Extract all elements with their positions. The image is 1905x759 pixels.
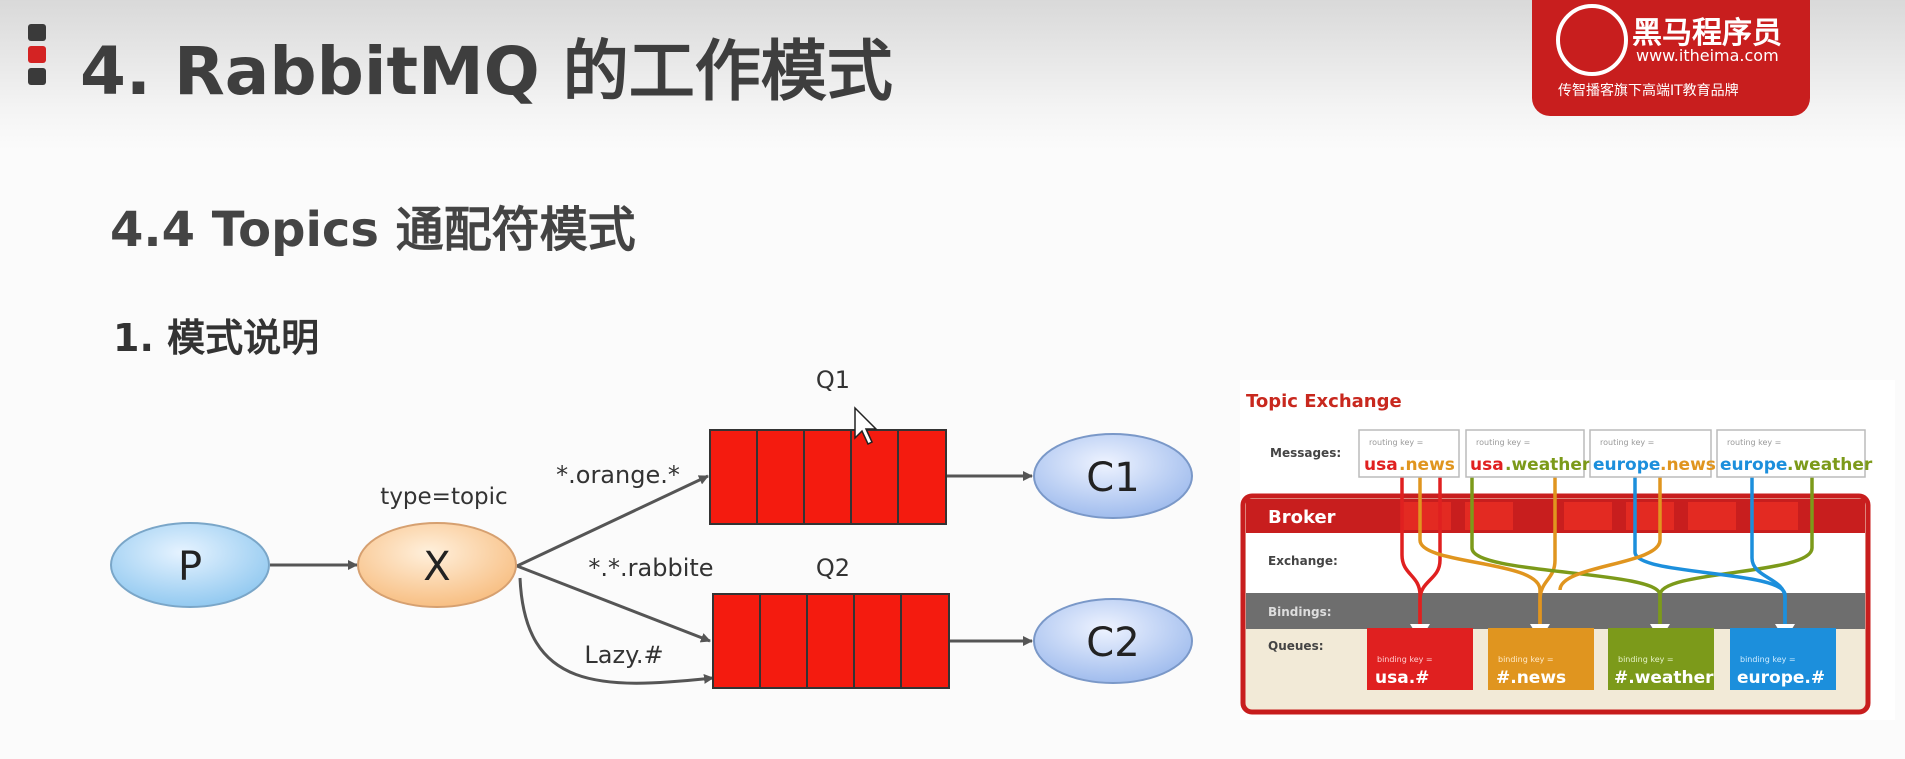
- message-suffix: .news: [1660, 455, 1716, 475]
- message-prefix: europe: [1593, 455, 1660, 475]
- topic-exchange-illustration: Topic Exchange Messages: Broker Exchange…: [1240, 380, 1895, 720]
- queue1: [709, 429, 947, 525]
- exchange-label: X: [423, 544, 450, 590]
- queue-binding: europe.#: [1737, 668, 1825, 688]
- message-key-label: routing key =: [1727, 438, 1781, 447]
- queue-binding: #.news: [1496, 668, 1566, 688]
- topics-diagram: P X type=topic *.orange.* *.*.rabbite La…: [110, 366, 1895, 720]
- queue-key-label: binding key =: [1377, 655, 1433, 664]
- messages-label: Messages:: [1270, 446, 1341, 460]
- message-card-2: routing key = usa .weather: [1465, 429, 1591, 478]
- queue-key-label: binding key =: [1618, 655, 1674, 664]
- message-prefix: europe: [1720, 455, 1787, 475]
- message-suffix: .weather: [1787, 455, 1873, 475]
- consumer1-label: C1: [1086, 455, 1139, 501]
- message-card-3: routing key = europe .news: [1589, 429, 1716, 478]
- queue-box-1: binding key = usa.#: [1367, 628, 1473, 690]
- queue-box-4: binding key = europe.#: [1730, 628, 1836, 690]
- producer-label: P: [178, 544, 202, 590]
- message-key-label: routing key =: [1369, 438, 1423, 447]
- bindings-row-label: Bindings:: [1268, 605, 1332, 619]
- message-card-4: routing key = europe .weather: [1716, 429, 1873, 478]
- exchange-row-label: Exchange:: [1268, 554, 1338, 568]
- queue-binding: #.weather: [1614, 668, 1714, 688]
- queue1-label: Q1: [816, 366, 850, 394]
- topic-exchange-title: Topic Exchange: [1246, 391, 1402, 412]
- queue-binding: usa.#: [1375, 668, 1429, 688]
- message-prefix: usa: [1470, 455, 1504, 475]
- message-card-1: routing key = usa .news: [1358, 429, 1460, 478]
- message-suffix: .weather: [1505, 455, 1591, 475]
- queue2-label: Q2: [816, 554, 850, 582]
- queue-key-label: binding key =: [1498, 655, 1554, 664]
- message-prefix: usa: [1364, 455, 1398, 475]
- queue2: [712, 593, 950, 689]
- message-suffix: .news: [1399, 455, 1455, 475]
- consumer2-label: C2: [1086, 620, 1139, 666]
- message-key-label: routing key =: [1600, 438, 1654, 447]
- queue-key-label: binding key =: [1740, 655, 1796, 664]
- arrow-x-q1: [516, 474, 709, 568]
- message-key-label: routing key =: [1476, 438, 1530, 447]
- exchange-type-label: type=topic: [380, 484, 507, 510]
- binding-label-orange: *.orange.*: [556, 461, 680, 489]
- binding-label-lazy: Lazy.#: [584, 641, 663, 669]
- binding-label-rabbite: *.*.rabbite: [588, 554, 713, 582]
- broker-label: Broker: [1268, 507, 1336, 528]
- queue-box-3: binding key = #.weather: [1608, 628, 1714, 690]
- queues-row-label: Queues:: [1268, 639, 1324, 653]
- queue-box-2: binding key = #.news: [1488, 628, 1594, 690]
